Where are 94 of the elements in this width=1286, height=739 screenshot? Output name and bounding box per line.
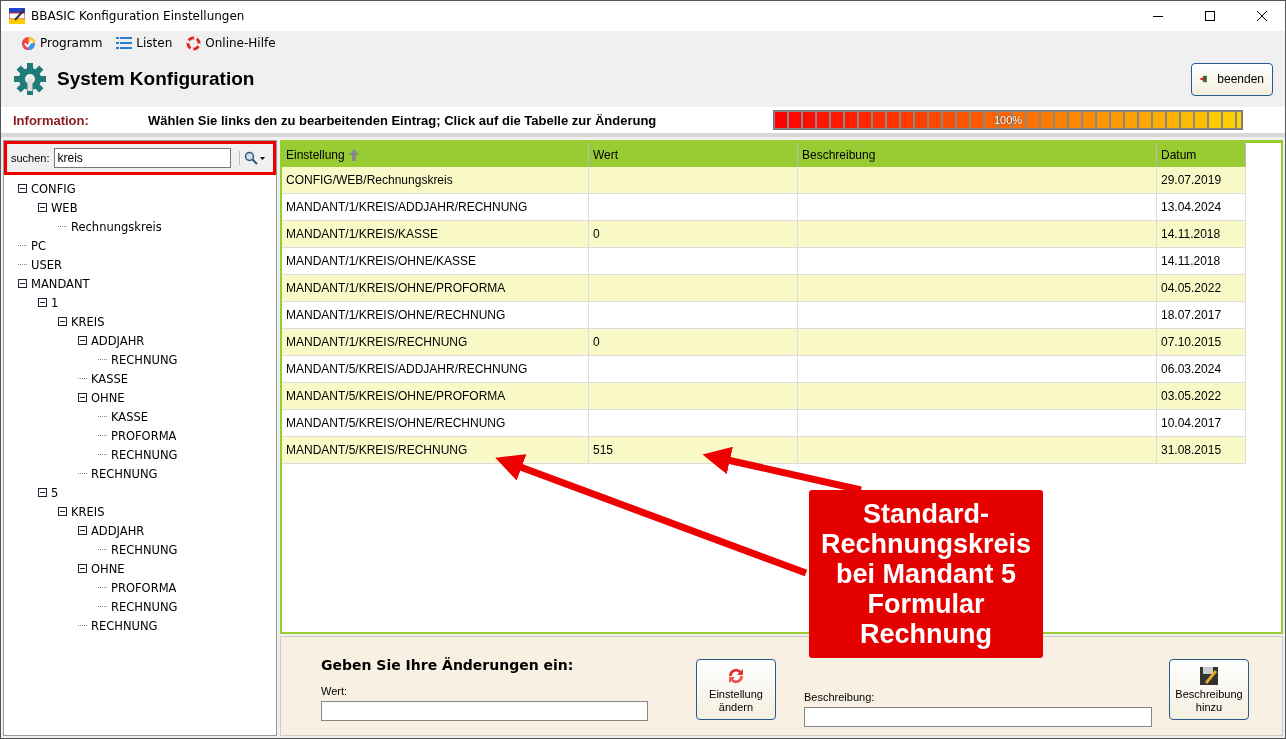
table-cell: 31.08.2015 [1156, 436, 1246, 464]
collapse-toggle[interactable] [78, 393, 87, 402]
column-header[interactable]: Datum [1156, 143, 1246, 167]
table-cell: 14.11.2018 [1156, 247, 1246, 275]
collapse-toggle[interactable] [38, 203, 47, 212]
table-cell: MANDANT/1/KREIS/OHNE/KASSE [282, 247, 589, 275]
search-label: suchen: [11, 152, 50, 164]
tree-item[interactable]: RECHNUNG [91, 466, 158, 481]
app-icon [9, 8, 25, 24]
table-cell: MANDANT/5/KREIS/RECHNUNG [282, 436, 589, 464]
collapse-toggle[interactable] [38, 298, 47, 307]
table-cell: 04.05.2022 [1156, 274, 1246, 302]
table-cell: 07.10.2015 [1156, 328, 1246, 356]
list-icon [116, 36, 133, 50]
minimize-icon [1153, 15, 1163, 17]
tree-item[interactable]: WEB [51, 200, 78, 215]
info-label: Information: [13, 112, 90, 128]
tree-item[interactable]: 1 [51, 295, 59, 310]
table-cell: 13.04.2024 [1156, 193, 1246, 221]
table-cell: MANDANT/5/KREIS/OHNE/PROFORMA [282, 382, 589, 410]
tree-item[interactable]: RECHNUNG [111, 352, 178, 367]
edit-heading: Geben Sie Ihre Änderungen ein: [321, 657, 575, 673]
tree-item[interactable]: ADDJAHR [91, 523, 145, 538]
description-label: Beschreibung: [804, 691, 876, 703]
table-cell: MANDANT/1/KREIS/RECHNUNG [282, 328, 589, 356]
maximize-icon [1205, 11, 1215, 21]
description-field[interactable] [804, 707, 1152, 727]
gear-icon [13, 62, 47, 96]
tree-item[interactable]: KASSE [91, 371, 129, 386]
search-icon [244, 151, 258, 165]
table-cell: MANDANT/1/KREIS/KASSE [282, 220, 589, 248]
collapse-toggle[interactable] [58, 317, 67, 326]
table-cell: MANDANT/1/KREIS/ADDJAHR/RECHNUNG [282, 193, 589, 221]
tree-item[interactable]: OHNE [91, 561, 125, 576]
collapse-toggle[interactable] [78, 336, 87, 345]
table-cell: 18.07.2017 [1156, 301, 1246, 329]
window-title: BBASIC Konfiguration Einstellungen [31, 9, 246, 23]
table-cell: 03.05.2022 [1156, 382, 1246, 410]
table-cell: 29.07.2019 [1156, 167, 1246, 194]
tree-item[interactable]: KREIS [71, 314, 105, 329]
tree-item[interactable]: RECHNUNG [111, 542, 178, 557]
tree-item[interactable]: RECHNUNG [111, 599, 178, 614]
menu-item[interactable]: Online-Hilfe [186, 35, 276, 51]
search-field[interactable]: kreis [53, 148, 231, 168]
tree-item[interactable]: OHNE [91, 390, 125, 405]
table-cell: MANDANT/5/KREIS/ADDJAHR/RECHNUNG [282, 355, 589, 383]
tree-item[interactable]: USER [31, 257, 62, 272]
caret-icon [260, 156, 265, 160]
table-cell: MANDANT/1/KREIS/OHNE/PROFORMA [282, 274, 589, 302]
collapse-toggle[interactable] [78, 526, 87, 535]
table-cell: MANDANT/1/KREIS/OHNE/RECHNUNG [282, 301, 589, 329]
tree-item[interactable]: PROFORMA [111, 428, 177, 443]
info-text: Wählen Sie links den zu bearbeitenden Eintrag; Click auf die Tabelle zur Änderung [148, 112, 658, 128]
tree-item[interactable]: PROFORMA [111, 580, 177, 595]
tree-item[interactable]: KREIS [71, 504, 105, 519]
tree-item[interactable]: ADDJAHR [91, 333, 145, 348]
table-cell: 0 [588, 220, 798, 248]
table-cell: MANDANT/5/KREIS/OHNE/RECHNUNG [282, 409, 589, 437]
tree-item[interactable]: RECHNUNG [91, 618, 158, 633]
exit-button[interactable]: beenden [1191, 62, 1273, 96]
collapse-toggle[interactable] [18, 279, 27, 288]
column-header[interactable]: Beschreibung [797, 143, 1157, 167]
tree-item[interactable]: Rechnungskreis [71, 219, 162, 234]
value-field[interactable] [321, 701, 648, 721]
collapse-toggle[interactable] [58, 507, 67, 516]
collapse-toggle[interactable] [78, 564, 87, 573]
annotation-callout: Standard-Rechnungskreis bei Mandant 5 Formular Rechnung [809, 490, 1043, 658]
tree-item[interactable]: RECHNUNG [111, 447, 178, 462]
tree-item[interactable]: PC [31, 238, 46, 253]
lifebuoy-icon [186, 35, 202, 51]
page-title: System Konfiguration [57, 68, 256, 90]
table-cell: 06.03.2024 [1156, 355, 1246, 383]
value-label: Wert: [321, 685, 349, 697]
colored-ball-icon [21, 35, 36, 51]
add-description-button[interactable]: Beschreibung hinzu [1169, 659, 1249, 720]
menu-item[interactable]: Programm [21, 35, 103, 51]
change-setting-button[interactable]: Einstellung ändern [696, 659, 776, 720]
tree-item[interactable]: 5 [51, 485, 59, 500]
menu-item[interactable]: Listen [116, 36, 173, 50]
column-header[interactable]: Wert [588, 143, 798, 167]
table-cell: 10.04.2017 [1156, 409, 1246, 437]
table-cell: 0 [588, 328, 798, 356]
collapse-toggle[interactable] [18, 184, 27, 193]
table-cell: 14.11.2018 [1156, 220, 1246, 248]
tree-item[interactable]: KASSE [111, 409, 149, 424]
tree-item[interactable]: CONFIG [31, 181, 76, 196]
save-pencil-icon [1199, 665, 1219, 686]
progress-reading: 100% [993, 114, 1023, 126]
table-cell: CONFIG/WEB/Rechnungskreis [282, 167, 589, 194]
collapse-toggle[interactable] [38, 488, 47, 497]
tree-item[interactable]: MANDANT [31, 276, 90, 291]
close-icon [1257, 11, 1267, 21]
column-header[interactable]: Einstellung [282, 143, 589, 167]
sort-up-icon [348, 149, 359, 161]
